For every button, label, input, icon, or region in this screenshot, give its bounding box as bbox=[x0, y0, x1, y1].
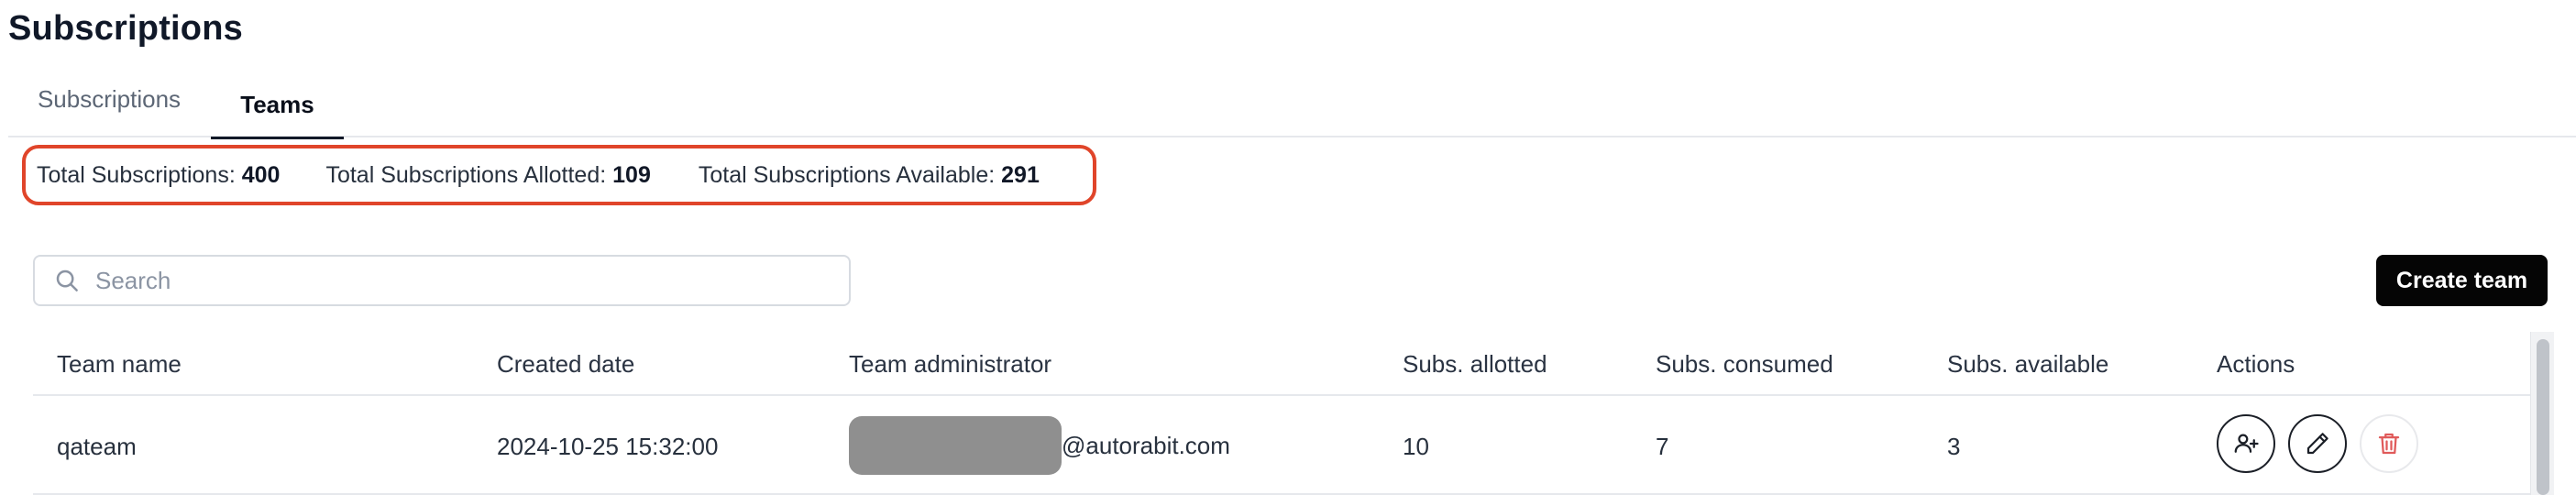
allotted-subscriptions-stat: Total Subscriptions Allotted: 109 bbox=[325, 162, 650, 189]
allotted-subscriptions-label: Total Subscriptions Allotted: bbox=[325, 161, 607, 188]
edit-icon bbox=[2306, 433, 2328, 455]
column-header-actions: Actions bbox=[2217, 350, 2295, 378]
tab-bar: Subscriptions Teams bbox=[8, 72, 2576, 139]
add-user-button[interactable] bbox=[2217, 414, 2275, 473]
column-header-team-administrator[interactable]: Team administrator bbox=[849, 350, 1051, 379]
column-header-subs-allotted[interactable]: Subs. allotted bbox=[1403, 350, 1547, 379]
team-administrator-cell: @autorabit.com bbox=[849, 416, 1230, 475]
column-header-team-name[interactable]: Team name bbox=[57, 350, 182, 379]
subscriptions-page: Subscriptions Subscriptions Teams Total … bbox=[0, 0, 2576, 495]
search-box[interactable] bbox=[33, 255, 851, 306]
total-subscriptions-label: Total Subscriptions: bbox=[37, 161, 236, 188]
column-header-subs-available[interactable]: Subs. available bbox=[1947, 350, 2108, 379]
teams-table: Team name Created date Team administrato… bbox=[33, 332, 2576, 495]
tab-teams[interactable]: Teams bbox=[211, 72, 344, 139]
page-title: Subscriptions bbox=[8, 9, 243, 48]
subs-available-cell: 3 bbox=[1947, 433, 1961, 460]
create-team-button[interactable]: Create team bbox=[2376, 255, 2548, 306]
delete-button[interactable] bbox=[2360, 414, 2418, 473]
total-subscriptions-value: 400 bbox=[241, 161, 281, 188]
allotted-subscriptions-value: 109 bbox=[612, 161, 651, 188]
available-subscriptions-label: Total Subscriptions Available: bbox=[698, 161, 996, 188]
tab-subscriptions[interactable]: Subscriptions bbox=[8, 66, 210, 132]
table-row: qateam 2024-10-25 15:32:00 @autorabit.co… bbox=[33, 396, 2541, 495]
subs-consumed-cell: 7 bbox=[1656, 433, 1669, 460]
search-input[interactable] bbox=[95, 266, 829, 295]
subscription-summary: Total Subscriptions: 400 Total Subscript… bbox=[22, 145, 1096, 205]
total-subscriptions-stat: Total Subscriptions: 400 bbox=[37, 162, 280, 189]
available-subscriptions-value: 291 bbox=[1001, 161, 1040, 188]
subs-allotted-cell: 10 bbox=[1403, 433, 1429, 460]
column-header-subs-consumed[interactable]: Subs. consumed bbox=[1656, 350, 1833, 379]
available-subscriptions-stat: Total Subscriptions Available: 291 bbox=[699, 162, 1040, 189]
add-user-icon bbox=[2234, 434, 2259, 453]
table-header: Team name Created date Team administrato… bbox=[33, 332, 2541, 396]
trash-icon bbox=[2378, 433, 2400, 455]
admin-email-domain: @autorabit.com bbox=[1062, 431, 1230, 459]
search-icon bbox=[56, 270, 78, 292]
edit-button[interactable] bbox=[2288, 414, 2347, 473]
team-name-cell: qateam bbox=[57, 433, 137, 460]
created-date-cell: 2024-10-25 15:32:00 bbox=[497, 433, 719, 460]
column-header-created-date[interactable]: Created date bbox=[497, 350, 634, 379]
row-actions bbox=[2217, 414, 2418, 473]
scrollbar-thumb[interactable] bbox=[2537, 339, 2549, 495]
table-scrollbar[interactable] bbox=[2530, 332, 2554, 495]
redacted-username bbox=[849, 416, 1062, 475]
